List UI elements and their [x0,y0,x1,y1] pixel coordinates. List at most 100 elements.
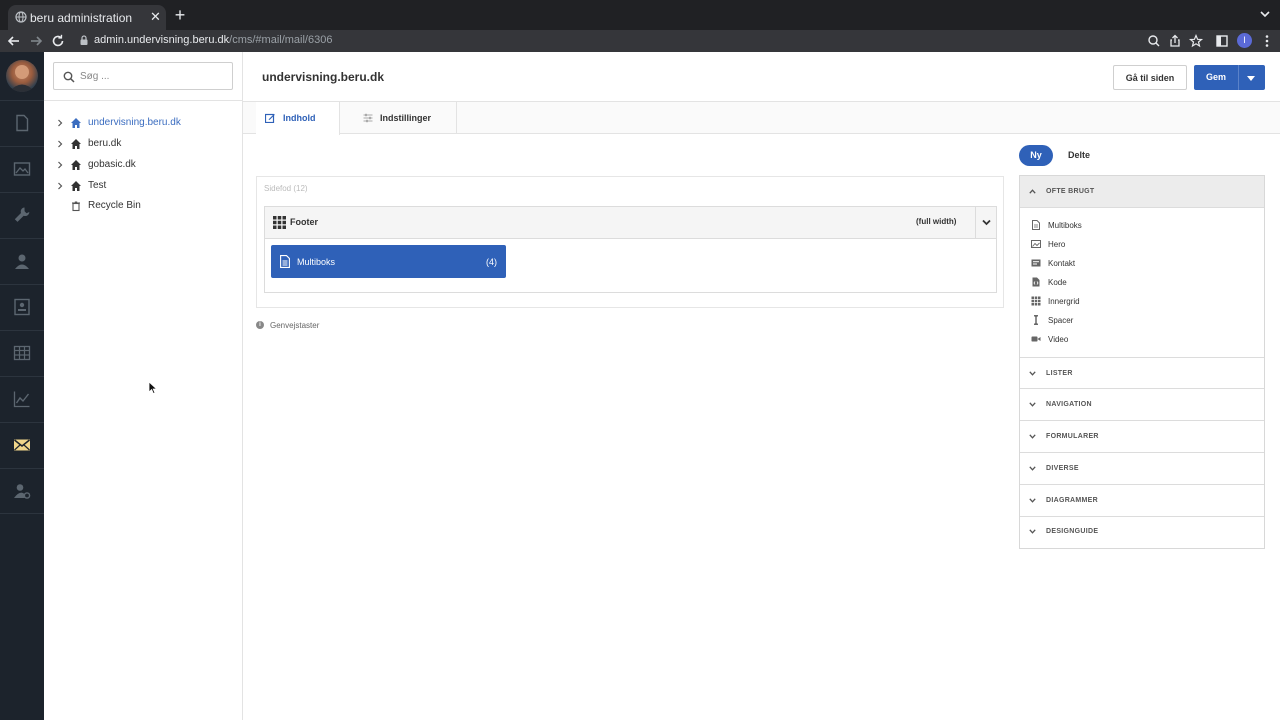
save-button-divider [1238,65,1239,90]
chevron-down-icon [1029,529,1036,534]
module-item-hero[interactable]: Hero [1031,237,1131,253]
shortcuts-label: Genvejstaster [270,321,320,330]
chevron-right-icon[interactable] [56,119,64,127]
back-icon[interactable] [6,33,22,49]
tree-item-beru[interactable]: beru.dk [54,136,234,152]
footer-row-dropdown[interactable] [975,207,996,238]
footer-row-name: Footer [290,217,318,227]
module-item-multiboks[interactable]: Multiboks [1031,218,1131,234]
rail-media[interactable] [0,146,44,192]
search-box[interactable] [53,62,233,90]
lock-icon [80,35,88,45]
image-icon [13,162,31,176]
chevron-right-icon[interactable] [56,161,64,169]
rail-mail[interactable] [0,422,44,468]
module-item-video[interactable]: Video [1031,332,1131,348]
profile-avatar[interactable]: I [1237,33,1252,48]
module-multiboks[interactable]: Multiboks (4) [271,245,506,278]
group-lister[interactable]: LISTER [1020,357,1264,389]
chevron-down-icon [1029,466,1036,471]
tab-search-chevron-icon[interactable] [1258,7,1272,21]
rail-pages[interactable] [0,100,44,146]
home-icon [71,181,81,191]
group-label: FORMULARER [1046,433,1099,440]
grid-icon [1031,296,1041,306]
pill-new[interactable]: Ny [1019,145,1053,166]
shortcuts-link[interactable]: i Genvejstaster [256,320,356,332]
tab-label: Indhold [283,113,316,123]
sliders-icon [363,113,373,123]
forward-icon[interactable] [28,33,44,49]
footer-row-width: (full width) [916,217,957,226]
module-item-kontakt[interactable]: Kontakt [1031,256,1131,272]
goto-page-button[interactable]: Gå til siden [1113,65,1187,90]
group-label: DESIGNGUIDE [1046,528,1099,535]
user-avatar[interactable] [6,60,38,92]
close-tab-icon[interactable]: ✕ [150,9,161,25]
module-item-label: Kode [1048,278,1067,287]
edit-icon [265,113,275,123]
module-item-spacer[interactable]: Spacer [1031,313,1131,329]
bookmark-star-icon[interactable] [1188,33,1204,49]
group-label: LISTER [1046,370,1073,377]
chevron-down-icon [1029,371,1036,376]
group-navigation[interactable]: NAVIGATION [1020,389,1264,421]
pill-shared[interactable]: Delte [1060,145,1098,166]
video-icon [1031,336,1041,342]
group-ofte-brugt[interactable]: OFTE BRUGT [1020,176,1264,208]
chevron-right-icon[interactable] [56,140,64,148]
new-tab-icon[interactable]: + [172,5,188,25]
browser-tab[interactable]: beru administration ✕ [8,5,166,30]
tab-indstillinger[interactable]: Indstillinger [340,102,457,134]
share-icon[interactable] [1167,33,1183,49]
tree-item-gobasic[interactable]: gobasic.dk [54,157,234,173]
search-icon [63,71,75,83]
module-item-kode[interactable]: Kode [1031,275,1131,291]
home-icon [71,118,81,128]
rail-user-settings[interactable] [0,468,44,514]
url-field[interactable]: admin.undervisning.beru.dk/cms/#mail/mai… [78,32,1238,50]
home-icon [71,139,81,149]
rail-statistics[interactable] [0,376,44,422]
module-item-label: Spacer [1048,316,1074,325]
save-button[interactable]: Gem [1194,65,1265,90]
site-tree-panel [44,52,243,720]
tab-label: Indstillinger [380,113,432,123]
grid-icon [273,216,286,229]
caret-down-icon[interactable] [1247,76,1255,81]
group-label: DIVERSE [1046,465,1079,472]
tree-item-undervisning[interactable]: undervisning.beru.dk [54,115,234,131]
tree-item-recycle-bin[interactable]: Recycle Bin [54,198,234,214]
zoom-icon[interactable] [1146,33,1162,49]
module-item-innergrid[interactable]: Innergrid [1031,294,1131,310]
group-formularer[interactable]: FORMULARER [1020,421,1264,453]
group-diagrammer[interactable]: DIAGRAMMER [1020,485,1264,517]
page-icon [16,114,29,132]
wrench-icon [14,207,30,222]
group-label: NAVIGATION [1046,401,1092,408]
rail-settings[interactable] [0,192,44,238]
module-item-label: Multiboks [1048,221,1082,230]
contact-card-icon [14,298,30,316]
tree-item-test[interactable]: Test [54,178,234,194]
footer-row-header[interactable]: Footer (full width) [265,207,996,239]
chevron-down-icon [1029,498,1036,503]
document-icon [1032,220,1040,230]
search-input[interactable] [80,68,228,84]
browser-tab-bar [0,0,1280,30]
line-chart-icon [13,391,30,408]
browser-menu-icon[interactable] [1259,33,1275,49]
tab-indhold[interactable]: Indhold [256,102,340,135]
chevron-right-icon[interactable] [56,182,64,190]
rail-tables[interactable] [0,330,44,376]
side-panel-icon[interactable] [1214,33,1230,49]
spacer-icon [1034,315,1038,325]
group-diverse[interactable]: DIVERSE [1020,453,1264,485]
rail-contacts[interactable] [0,284,44,330]
reload-icon[interactable] [50,33,66,49]
save-button-label: Gem [1205,72,1226,82]
rail-users[interactable] [0,238,44,284]
trash-icon [72,201,80,212]
group-designguide[interactable]: DESIGNGUIDE [1020,516,1264,548]
mail-icon [14,439,30,451]
